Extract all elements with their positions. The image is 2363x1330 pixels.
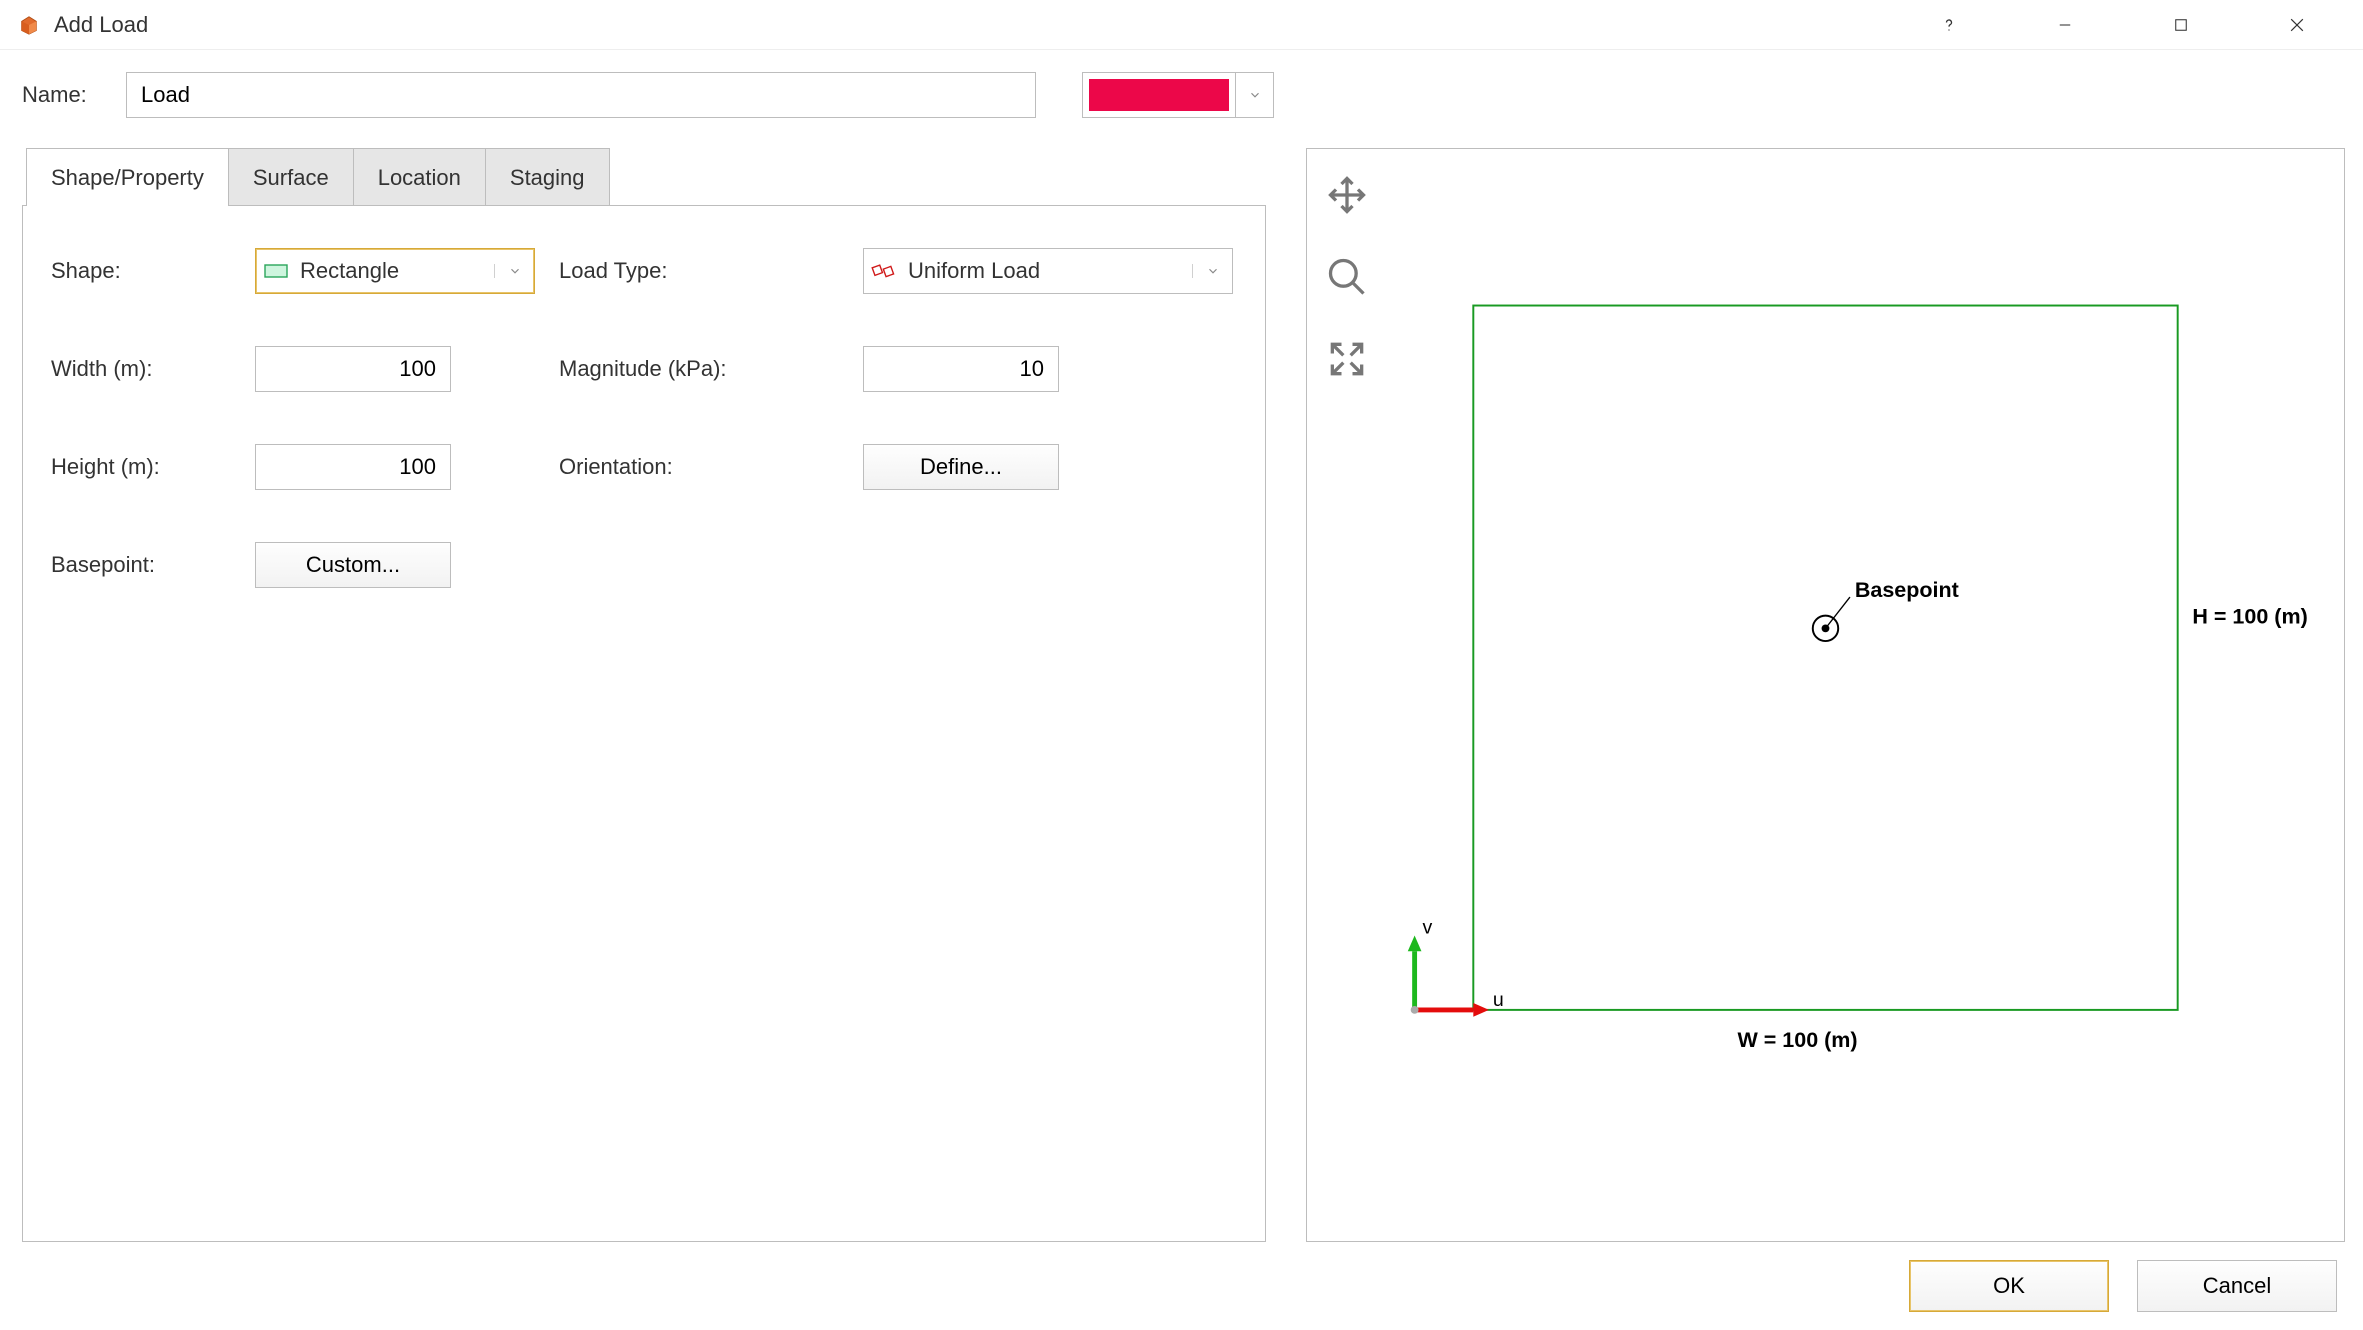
svg-text:v: v [1422, 917, 1432, 939]
color-picker[interactable] [1082, 72, 1274, 118]
chevron-down-icon[interactable] [1235, 73, 1273, 117]
rectangle-icon [256, 261, 296, 281]
tab-surface[interactable]: Surface [228, 148, 354, 206]
cancel-button[interactable]: Cancel [2137, 1260, 2337, 1312]
magnitude-input[interactable] [863, 346, 1059, 392]
tab-shape-property[interactable]: Shape/Property [26, 148, 229, 206]
chevron-down-icon[interactable] [494, 264, 534, 278]
minimize-button[interactable] [2007, 0, 2123, 50]
preview-pane: H = 100 (m) W = 100 (m) Basepoint u [1306, 148, 2345, 1242]
basepoint-button[interactable]: Custom... [255, 542, 451, 588]
basepoint-label: Basepoint: [51, 552, 231, 578]
name-input[interactable] [126, 72, 1036, 118]
tab-location[interactable]: Location [353, 148, 486, 206]
help-button[interactable] [1891, 0, 2007, 50]
tab-body: Shape: Rectangle Load Type: [22, 205, 1266, 1242]
magnitude-label: Magnitude (kPa): [559, 356, 839, 382]
height-input[interactable] [255, 444, 451, 490]
svg-text:Basepoint: Basepoint [1855, 578, 1959, 602]
basepoint-marker: Basepoint [1813, 578, 1959, 641]
width-input[interactable] [255, 346, 451, 392]
app-icon [18, 14, 40, 36]
load-type-combo[interactable]: Uniform Load [863, 248, 1233, 294]
height-label: Height (m): [51, 454, 231, 480]
titlebar: Add Load [0, 0, 2363, 50]
tab-strip: Shape/Property Surface Location Staging [26, 148, 1266, 206]
preview-canvas[interactable]: H = 100 (m) W = 100 (m) Basepoint u [1307, 149, 2344, 1088]
shape-combo[interactable]: Rectangle [255, 248, 535, 294]
shape-label: Shape: [51, 258, 231, 284]
define-orientation-button[interactable]: Define... [863, 444, 1059, 490]
uniform-load-icon [864, 260, 904, 282]
chevron-down-icon[interactable] [1192, 264, 1232, 278]
color-swatch[interactable] [1083, 73, 1235, 117]
width-dim-label: W = 100 (m) [1737, 1028, 1857, 1052]
close-button[interactable] [2239, 0, 2355, 50]
maximize-button[interactable] [2123, 0, 2239, 50]
orientation-label: Orientation: [559, 454, 839, 480]
window-title: Add Load [54, 12, 148, 38]
load-type-label: Load Type: [559, 258, 839, 284]
height-dim-label: H = 100 (m) [2192, 604, 2307, 628]
svg-text:u: u [1493, 989, 1504, 1011]
name-label: Name: [22, 82, 108, 108]
ok-button[interactable]: OK [1909, 1260, 2109, 1312]
uv-axes: u v [1408, 917, 1504, 1017]
tab-staging[interactable]: Staging [485, 148, 610, 206]
width-label: Width (m): [51, 356, 231, 382]
